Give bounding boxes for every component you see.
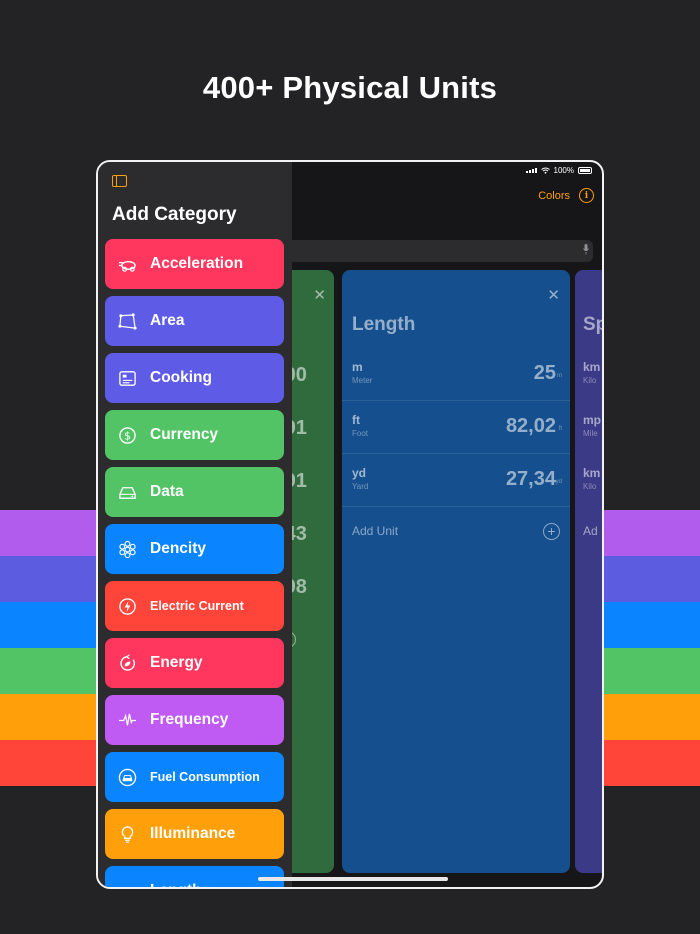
status-bar: 100% bbox=[525, 166, 592, 175]
close-icon[interactable]: ✕ bbox=[313, 288, 326, 303]
unit-name: Yard bbox=[352, 482, 369, 491]
wifi-icon bbox=[540, 167, 550, 174]
category-item[interactable]: Area bbox=[105, 296, 284, 346]
color-stripe bbox=[0, 510, 100, 556]
card-title: Length bbox=[352, 314, 416, 335]
app-screen: 100% Colors i ✕ 0,003,913,917,433,98 + ✕… bbox=[98, 162, 602, 887]
category-item[interactable]: Dencity bbox=[105, 524, 284, 574]
unit-abbreviation: yd bbox=[352, 466, 367, 480]
category-label: Area bbox=[150, 312, 185, 329]
card-title: Sp bbox=[583, 314, 602, 335]
unit-suffix: yd bbox=[555, 479, 562, 485]
frequency-icon bbox=[118, 711, 137, 730]
category-label: Acceleration bbox=[150, 255, 244, 272]
add-unit-icon[interactable]: + bbox=[543, 523, 560, 540]
category-label: Cooking bbox=[150, 369, 212, 386]
color-stripe bbox=[604, 602, 700, 648]
unit-suffix: m bbox=[557, 373, 562, 379]
density-icon bbox=[118, 540, 137, 559]
color-stripe bbox=[0, 556, 100, 602]
unit-abbreviation: m bbox=[352, 360, 363, 374]
search-input[interactable] bbox=[288, 240, 593, 262]
category-item[interactable]: Energy bbox=[105, 638, 284, 688]
category-label: Fuel Consumption bbox=[150, 770, 260, 784]
unit-row[interactable]: yd Yard 27,34 yd bbox=[342, 454, 570, 507]
category-item[interactable]: Acceleration bbox=[105, 239, 284, 289]
battery-percent: 100% bbox=[553, 166, 574, 175]
currency-icon: $ bbox=[118, 426, 137, 445]
top-bar-actions: Colors i bbox=[538, 188, 594, 203]
unit-suffix: ft bbox=[558, 426, 562, 432]
color-stripe bbox=[604, 510, 700, 556]
color-stripe bbox=[0, 740, 100, 786]
cellular-signal-icon bbox=[525, 168, 537, 173]
color-stripe bbox=[604, 648, 700, 694]
category-sidebar: Add Category Acceleration Area Cooking $ Cur… bbox=[98, 162, 292, 887]
fuel-consumption-icon bbox=[118, 768, 137, 787]
category-item[interactable]: Fuel Consumption bbox=[105, 752, 284, 802]
electric-current-icon bbox=[118, 597, 137, 616]
unit-row[interactable]: ft Foot 82,02 ft bbox=[342, 401, 570, 454]
unit-name: Kilo bbox=[583, 482, 597, 491]
category-label: Data bbox=[150, 483, 184, 500]
home-indicator[interactable] bbox=[258, 877, 448, 881]
tablet-frame: 100% Colors i ✕ 0,003,913,917,433,98 + ✕… bbox=[96, 160, 604, 889]
area-icon bbox=[118, 312, 137, 331]
unit-abbreviation: mp bbox=[583, 413, 601, 427]
sidebar-title: Add Category bbox=[112, 204, 237, 225]
info-icon[interactable]: i bbox=[579, 188, 594, 203]
category-label: Energy bbox=[150, 654, 203, 671]
category-item[interactable]: Illuminance bbox=[105, 809, 284, 859]
color-stripe bbox=[604, 694, 700, 740]
color-stripe bbox=[0, 602, 100, 648]
unit-abbreviation: km bbox=[583, 360, 601, 374]
category-item[interactable]: Frequency bbox=[105, 695, 284, 745]
category-item[interactable]: Data bbox=[105, 467, 284, 517]
color-stripe bbox=[604, 556, 700, 602]
color-stripe bbox=[0, 694, 100, 740]
cooking-icon bbox=[118, 369, 137, 388]
category-label: Frequency bbox=[150, 711, 229, 728]
category-label: Currency bbox=[150, 426, 219, 443]
category-label: Electric Current bbox=[150, 599, 244, 613]
add-unit-button[interactable]: Add Unit bbox=[352, 524, 398, 538]
unit-value: 82,02 bbox=[505, 415, 556, 437]
microphone-icon[interactable] bbox=[583, 244, 589, 255]
unit-card-partial-purple[interactable]: Sp km Kilo mp Mile km Kilo Ad bbox=[575, 270, 602, 873]
unit-value: 25 bbox=[533, 362, 556, 384]
unit-name: Meter bbox=[352, 376, 373, 385]
unit-value: 27,34 bbox=[505, 468, 556, 490]
acceleration-icon bbox=[118, 255, 137, 274]
category-item[interactable]: Electric Current bbox=[105, 581, 284, 631]
unit-name: Kilo bbox=[583, 376, 597, 385]
length-icon bbox=[118, 882, 137, 888]
category-label: Length bbox=[150, 882, 202, 887]
category-item[interactable]: $ Currency bbox=[105, 410, 284, 460]
svg-text:$: $ bbox=[124, 430, 131, 442]
unit-row[interactable]: m Meter 25 m bbox=[342, 348, 570, 401]
category-label: Dencity bbox=[150, 540, 206, 557]
unit-name: Mile bbox=[583, 429, 598, 438]
unit-abbreviation: ft bbox=[352, 413, 360, 427]
category-list: Acceleration Area Cooking $ Currency Data Denc… bbox=[105, 239, 284, 888]
add-unit-button[interactable]: Ad bbox=[583, 524, 598, 538]
battery-icon bbox=[578, 167, 592, 174]
unit-abbreviation: km bbox=[583, 466, 601, 480]
illuminance-icon bbox=[118, 825, 137, 844]
colors-button[interactable]: Colors bbox=[538, 190, 570, 202]
headline: 400+ Physical Units bbox=[202, 70, 498, 105]
color-stripe bbox=[604, 740, 700, 786]
sidebar-toggle-icon[interactable] bbox=[112, 175, 127, 187]
unit-card-length[interactable]: ✕ Length m Meter 25 m ft Foot 82,02 ft yd Yard 27,… bbox=[342, 270, 570, 873]
close-icon[interactable]: ✕ bbox=[547, 288, 560, 303]
category-label: Illuminance bbox=[150, 825, 236, 842]
energy-icon bbox=[118, 653, 137, 673]
unit-name: Foot bbox=[352, 429, 369, 438]
data-icon bbox=[118, 483, 137, 502]
category-item[interactable]: Cooking bbox=[105, 353, 284, 403]
color-stripe bbox=[0, 648, 100, 694]
